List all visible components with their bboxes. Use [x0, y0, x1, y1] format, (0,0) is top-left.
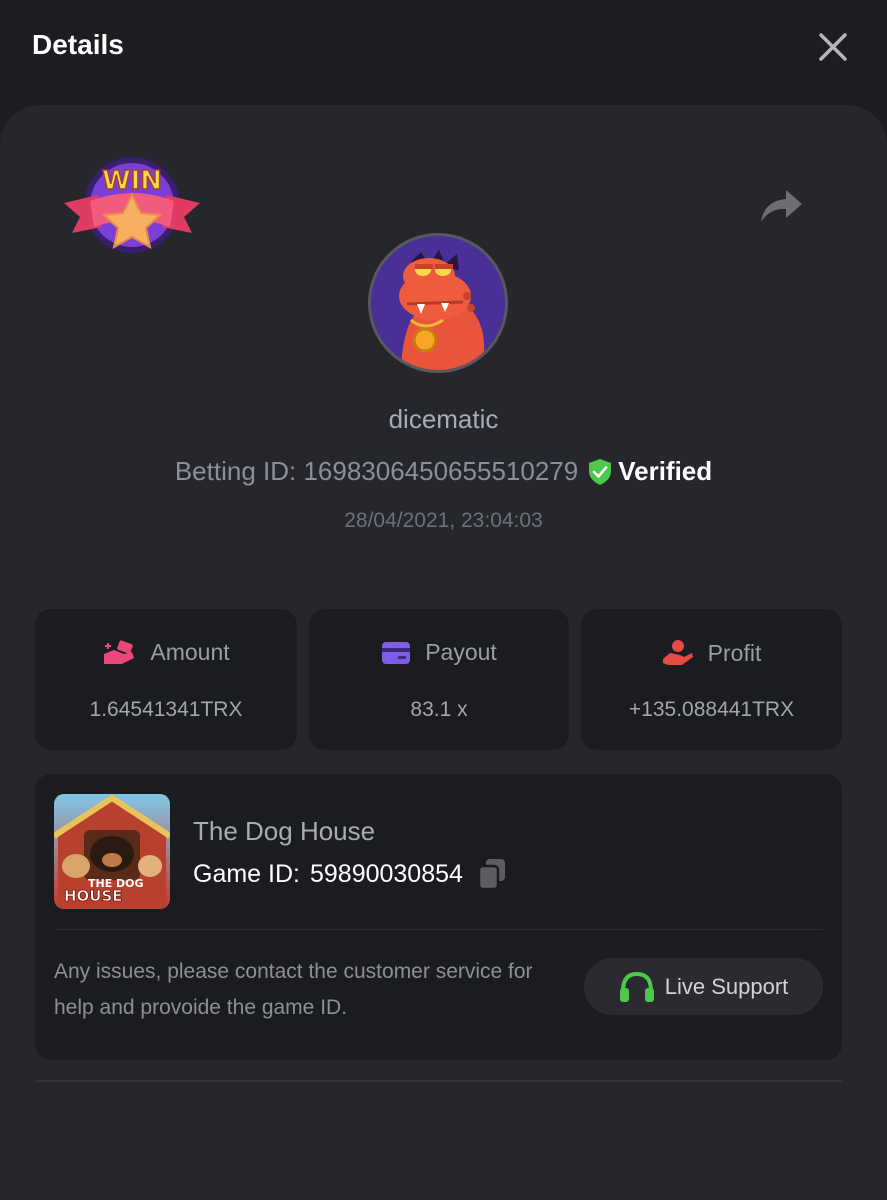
verified-label: Verified [618, 456, 713, 486]
card-icon [382, 641, 411, 664]
bet-date: 28/04/2021, 23:04:03 [344, 509, 543, 532]
betting-id-row: Betting ID: 1698306450655510279 Verified [0, 456, 887, 487]
live-support-button[interactable]: Live Support [584, 958, 823, 1015]
game-id-label: Game ID: [193, 859, 300, 888]
divider [54, 929, 823, 930]
close-icon[interactable] [816, 30, 850, 64]
hand-coin-icon [662, 640, 693, 665]
dog-house-thumbnail-icon: THE DOG HOUSE [54, 794, 170, 909]
game-card: THE DOG HOUSE The Dog House Game ID: 598… [35, 774, 842, 1060]
username: dicematic [388, 404, 499, 434]
stat-amount-label: Amount [150, 639, 230, 665]
stat-payout: Payout 83.1 x [309, 609, 569, 750]
thumb-title-line2: HOUSE [64, 887, 123, 905]
shield-check-icon [589, 458, 612, 485]
page-title: Details [32, 29, 124, 60]
stat-profit: Profit +135.088441TRX [581, 609, 842, 750]
support-message: Any issues, please contact the customer … [54, 960, 533, 1019]
game-id-value: 59890030854 [309, 859, 463, 888]
stat-profit-value: +135.088441TRX [628, 698, 795, 721]
game-id-row: Game ID: 59890030854 [193, 858, 507, 890]
stat-payout-label: Payout [425, 639, 497, 665]
game-name: The Dog House [193, 816, 376, 846]
stat-amount: Amount 1.64541341TRX [35, 609, 297, 750]
avatar [368, 233, 508, 373]
stat-payout-value: 83.1 x [410, 698, 468, 721]
win-badge-text: WIN [102, 166, 162, 196]
bottom-divider [35, 1080, 842, 1082]
betting-id: Betting ID: 1698306450655510279 [174, 456, 579, 486]
copy-icon[interactable] [477, 858, 507, 890]
stat-profit-label: Profit [707, 639, 762, 666]
live-support-label: Live Support [664, 973, 789, 999]
win-badge: WIN [64, 157, 200, 253]
headset-icon [619, 971, 654, 1002]
stat-amount-value: 1.64541341TRX [89, 698, 243, 721]
dinosaur-avatar-icon [371, 236, 505, 370]
header-bar: Details [0, 0, 887, 100]
share-icon[interactable] [758, 186, 804, 226]
money-hand-icon [104, 639, 135, 664]
verified-badge: Verified [588, 456, 712, 487]
game-thumbnail[interactable]: THE DOG HOUSE [54, 794, 170, 909]
